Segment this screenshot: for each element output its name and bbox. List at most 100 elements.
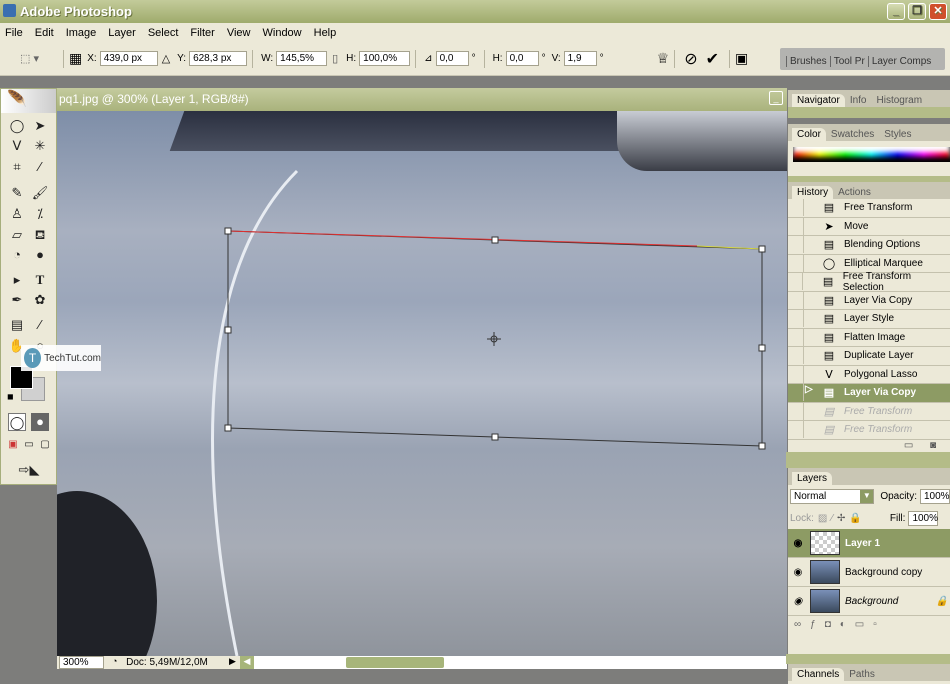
new-snapshot-icon[interactable]: ◙ <box>930 440 936 451</box>
menu-layer[interactable]: Layer <box>108 27 136 39</box>
scroll-left-icon[interactable]: ◀ <box>240 656 254 669</box>
tab-styles[interactable]: Styles <box>879 128 916 141</box>
snapshot-source-checkbox[interactable] <box>788 273 804 291</box>
notes-tool-icon[interactable]: ▤ <box>8 316 26 334</box>
menu-help[interactable]: Help <box>314 27 337 39</box>
history-state[interactable]: ▤ Flatten Image <box>788 328 950 347</box>
history-state[interactable]: ▤ Free Transform <box>788 402 950 421</box>
hskew-field[interactable]: 0,0 <box>505 51 539 66</box>
history-brush-tool-icon[interactable]: ⁒ <box>31 205 49 223</box>
full-screen-menu-mode-icon[interactable]: ▭ <box>22 438 36 452</box>
palette-well-icon[interactable]: ▣ <box>735 50 748 67</box>
snapshot-source-checkbox[interactable] <box>788 402 804 420</box>
snapshot-source-checkbox[interactable] <box>788 291 804 309</box>
history-state[interactable]: ▤ Layer Style <box>788 310 950 329</box>
tab-history[interactable]: History <box>792 186 834 199</box>
custom-shape-tool-icon[interactable]: ✿ <box>31 291 49 309</box>
new-layer-icon[interactable]: ▫ <box>873 619 886 630</box>
tab-color[interactable]: Color <box>792 128 826 141</box>
snapshot-source-checkbox[interactable] <box>788 217 804 235</box>
snapshot-source-checkbox[interactable] <box>788 236 804 254</box>
snapshot-source-checkbox[interactable] <box>788 254 804 272</box>
menu-edit[interactable]: Edit <box>35 27 54 39</box>
history-state[interactable]: ▤ Free Transform <box>788 199 950 218</box>
color-ramp[interactable] <box>793 147 950 162</box>
eraser-tool-icon[interactable]: ▱ <box>8 226 26 244</box>
tab-paths[interactable]: Paths <box>844 668 880 681</box>
menu-view[interactable]: View <box>227 27 251 39</box>
minimize-button[interactable]: _ <box>887 3 905 20</box>
new-group-icon[interactable]: ▭ <box>855 619 873 630</box>
eye-icon[interactable]: ◉ <box>788 538 808 549</box>
snapshot-source-checkbox[interactable] <box>788 365 804 383</box>
eye-icon[interactable]: ◉ <box>788 596 808 607</box>
layer-style-icon[interactable]: ƒ <box>810 619 825 630</box>
maximize-button[interactable]: ❐ <box>908 3 926 20</box>
opacity-field[interactable]: 100% <box>920 488 950 504</box>
jump-to-imageready-icon[interactable]: ⇨◣ <box>9 461 49 479</box>
snapshot-source-checkbox[interactable] <box>788 421 804 439</box>
new-document-from-state-icon[interactable]: ▭ <box>904 440 913 451</box>
reference-point-icon[interactable]: ▦ <box>69 50 82 67</box>
image-canvas[interactable] <box>57 111 787 656</box>
lock-all-icon[interactable]: 🔒 <box>849 513 861 524</box>
fill-field[interactable]: 100% <box>908 510 939 526</box>
y-field[interactable]: 628,3 px <box>189 51 248 66</box>
type-tool-icon[interactable]: T <box>31 271 49 289</box>
warp-mode-icon[interactable]: ♕ <box>657 50 670 67</box>
history-state[interactable]: ▤ Free Transform Selection <box>788 271 950 293</box>
clone-stamp-tool-icon[interactable]: ♙ <box>8 205 26 223</box>
snapshot-source-checkbox[interactable] <box>788 328 804 346</box>
commit-transform-icon[interactable]: ✔ <box>706 49 719 69</box>
horizontal-scrollbar[interactable]: ◀ <box>240 656 787 669</box>
layer-row[interactable]: ◉ Background 🔒 <box>788 587 950 616</box>
eyedropper-tool-icon[interactable]: ⁄ <box>31 316 49 334</box>
well-tab-brushes[interactable]: Brushes <box>786 56 830 67</box>
snapshot-source-checkbox[interactable] <box>788 347 804 365</box>
blur-tool-icon[interactable]: ◔ <box>8 246 26 264</box>
width-field[interactable]: 145,5% <box>276 51 328 66</box>
history-state[interactable]: ▷ ▤ Layer Via Copy <box>788 384 950 403</box>
link-layers-icon[interactable]: ∞ <box>794 619 810 630</box>
snapshot-source-checkbox[interactable] <box>788 310 804 328</box>
tab-layers[interactable]: Layers <box>792 472 833 485</box>
tab-swatches[interactable]: Swatches <box>826 128 879 141</box>
well-tab-layer-comps[interactable]: Layer Comps <box>867 56 934 67</box>
history-state[interactable]: ➤ Move <box>788 217 950 236</box>
history-state[interactable]: ▤ Blending Options <box>788 236 950 255</box>
full-screen-mode-icon[interactable]: ▢ <box>38 438 52 452</box>
menu-image[interactable]: Image <box>66 27 97 39</box>
document-minimize-button[interactable]: _ <box>769 91 783 105</box>
relative-position-icon[interactable]: △ <box>162 52 170 65</box>
scrollbar-thumb[interactable] <box>346 657 444 668</box>
standard-mode-icon[interactable]: ◯ <box>8 413 26 431</box>
height-field[interactable]: 100,0% <box>359 51 411 66</box>
tab-navigator[interactable]: Navigator <box>792 94 845 107</box>
paint-bucket-tool-icon[interactable]: ⛾ <box>31 226 49 244</box>
blend-mode-select[interactable]: Normal ▼ <box>790 488 875 504</box>
history-state[interactable]: ▤ Layer Via Copy <box>788 291 950 310</box>
menu-window[interactable]: Window <box>263 27 302 39</box>
move-tool-icon[interactable]: ➤ <box>31 117 49 135</box>
history-state[interactable]: ▤ Duplicate Layer <box>788 347 950 366</box>
dodge-tool-icon[interactable]: ● <box>31 246 49 264</box>
x-field[interactable]: 439,0 px <box>99 51 158 66</box>
snapshot-source-checkbox[interactable]: ▷ <box>788 384 813 402</box>
menu-filter[interactable]: Filter <box>190 27 214 39</box>
well-tab-tool-presets[interactable]: Tool Pr <box>829 56 868 67</box>
eye-icon[interactable]: ◉ <box>788 567 808 578</box>
close-button[interactable]: ✕ <box>929 3 947 20</box>
tool-preset-picker-icon[interactable]: ⬚ ▾ <box>0 52 58 65</box>
cancel-transform-icon[interactable]: ⊘ <box>684 49 697 69</box>
vskew-field[interactable]: 1,9 <box>563 51 597 66</box>
menu-select[interactable]: Select <box>148 27 179 39</box>
layer-row[interactable]: ◉ Layer 1 <box>788 529 950 558</box>
tab-channels[interactable]: Channels <box>792 668 845 681</box>
elliptical-marquee-tool-icon[interactable]: ◯ <box>8 117 26 135</box>
layer-mask-icon[interactable]: ◘ <box>825 619 840 630</box>
menu-file[interactable]: File <box>5 27 23 39</box>
crop-tool-icon[interactable]: ⌗ <box>8 158 26 176</box>
history-state[interactable]: ▤ Free Transform <box>788 421 950 440</box>
link-icon[interactable]: ▯ <box>332 52 338 65</box>
magic-wand-tool-icon[interactable]: ✳ <box>31 137 49 155</box>
